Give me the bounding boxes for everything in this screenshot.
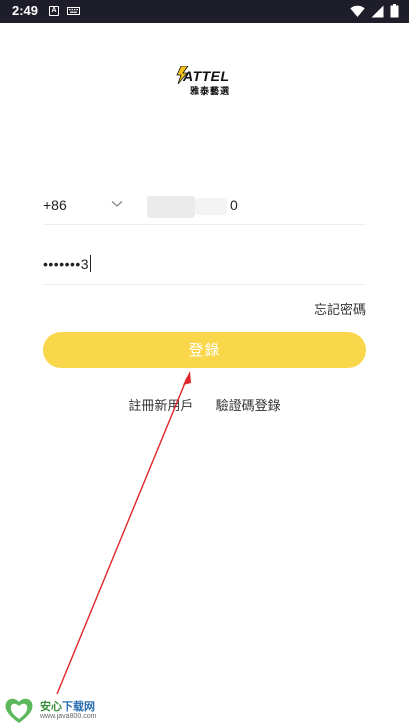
watermark-url: www.java800.com xyxy=(40,713,97,720)
watermark: 安心下载网 www.java800.com xyxy=(4,696,114,724)
phone-input-value[interactable]: 0 xyxy=(230,197,238,213)
app-logo: ATTEL 雅泰藝選 xyxy=(176,66,234,97)
watermark-heart-icon xyxy=(5,698,33,723)
logo-subtitle: 雅泰藝選 xyxy=(190,87,231,97)
forgot-password-link[interactable]: 忘記密碼 xyxy=(314,299,366,318)
battery-icon xyxy=(390,4,399,18)
phone-field[interactable]: +86 0 xyxy=(43,186,366,225)
phone-redaction-mask xyxy=(147,196,195,218)
logo-brand-text: ATTEL xyxy=(183,68,230,84)
signal-icon xyxy=(371,5,384,17)
text-cursor xyxy=(90,255,92,272)
watermark-title-green: 安心 xyxy=(40,700,62,713)
password-field[interactable]: •••••••3 xyxy=(43,246,366,285)
keyboard-icon xyxy=(67,7,80,15)
secondary-links: 註冊新用戶 驗證碼登錄 xyxy=(0,395,409,414)
wifi-icon xyxy=(350,5,365,17)
country-code-selector[interactable]: +86 xyxy=(43,197,67,213)
phone-redaction-mask xyxy=(195,198,227,215)
password-input-value[interactable]: •••••••3 xyxy=(43,255,92,272)
chevron-down-icon[interactable] xyxy=(111,200,123,208)
register-link[interactable]: 註冊新用戶 xyxy=(128,399,193,414)
notification-a-icon: A xyxy=(49,6,59,16)
status-time: 2:49 xyxy=(12,3,39,18)
status-bar: 2:49 A xyxy=(0,0,409,23)
password-text: •••••••3 xyxy=(43,256,90,272)
watermark-title-blue: 下载网 xyxy=(62,700,95,713)
login-button[interactable]: 登錄 xyxy=(43,332,366,368)
watermark-title: 安心下载网 xyxy=(40,698,95,714)
code-login-link[interactable]: 驗證碼登錄 xyxy=(216,399,281,414)
